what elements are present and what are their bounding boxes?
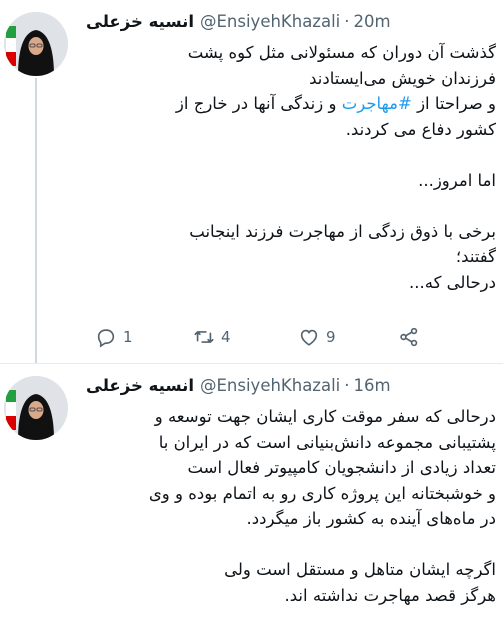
thread-line	[35, 78, 37, 364]
tweet-line: فرزندان خویش می‌ایستادند	[309, 68, 496, 88]
tweet-header: انسیه خزعلی @EnsiyehKhazali · 16m	[86, 376, 496, 400]
text-fragment: و صراحتا از	[411, 94, 496, 113]
tweet-line: تعداد زیادی از دانشجویان کامپیوتر فعال ا…	[187, 458, 496, 477]
text-fragment: و زندگی آنها در خارج از	[175, 94, 342, 113]
avatar-image	[4, 12, 68, 76]
retweet-count: 4	[221, 328, 231, 346]
tweet-line: اگرچه ایشان متاهل و مستقل است ولی	[224, 560, 496, 579]
like-count: 9	[326, 328, 336, 346]
separator-dot: ·	[344, 12, 350, 31]
avatar[interactable]	[4, 12, 68, 76]
tweet-text: گذشت آن دوران که مسئولانی مثل کوه پشت فر…	[80, 40, 496, 295]
share-icon	[400, 327, 418, 347]
avatar[interactable]	[4, 376, 68, 440]
tweet-line: گفتند؛	[455, 247, 496, 266]
tweet-line: گذشت آن دوران که مسئولانی مثل کوه پشت	[187, 43, 496, 62]
display-name[interactable]: انسیه خزعلی	[86, 376, 194, 395]
user-handle[interactable]: @EnsiyehKhazali	[200, 12, 340, 31]
avatar-image	[4, 376, 68, 440]
tweet-line: درحالی که سفر موقت کاری ایشان جهت توسعه …	[154, 407, 496, 426]
tweet[interactable]: انسیه خزعلی @EnsiyehKhazali · 16m درحالی…	[0, 364, 503, 640]
timestamp[interactable]: 20m	[354, 12, 391, 31]
tweet-header: انسیه خزعلی @EnsiyehKhazali · 20m	[86, 12, 496, 36]
separator-dot: ·	[344, 376, 350, 395]
user-handle[interactable]: @EnsiyehKhazali	[200, 376, 340, 395]
share-button[interactable]	[398, 326, 420, 348]
tweet-line: و خوشبختانه این پروژه کاری رو به اتمام ب…	[148, 483, 496, 503]
tweet-line: برخی با ذوق زدگی از مهاجرت فرزند اینجانب	[189, 221, 496, 241]
tweet-text: درحالی که سفر موقت کاری ایشان جهت توسعه …	[80, 404, 496, 608]
heart-icon	[300, 329, 318, 346]
retweet-icon	[194, 331, 214, 343]
reply-icon	[97, 329, 115, 348]
reply-button[interactable]: 1	[95, 326, 133, 348]
tweet-line: در ماه‌های آینده به کشور باز میگردد.	[246, 509, 496, 528]
tweet[interactable]: انسیه خزعلی @EnsiyehKhazali · 20m گذشت آ…	[0, 0, 503, 364]
tweet-line: و صراحتا از #مهاجرت و زندگی آنها در خارج…	[80, 91, 496, 117]
action-bar: 1 4 9	[0, 326, 503, 356]
retweet-button[interactable]: 4	[193, 326, 231, 348]
display-name[interactable]: انسیه خزعلی	[86, 12, 194, 31]
tweet-line: درحالی که...	[408, 272, 496, 292]
reply-count: 1	[123, 328, 133, 346]
tweet-line: هرگز قصد مهاجرت نداشته اند.	[284, 585, 496, 605]
tweet-line: اما امروز...	[418, 170, 496, 190]
tweet-line: کشور دفاع می کردند.	[345, 119, 496, 139]
hashtag-link[interactable]: #مهاجرت	[342, 94, 412, 113]
timestamp[interactable]: 16m	[354, 376, 391, 395]
tweet-line: پشتیبانی مجموعه دانش‌بنیانی است که در ای…	[158, 432, 496, 452]
like-button[interactable]: 9	[298, 326, 336, 348]
